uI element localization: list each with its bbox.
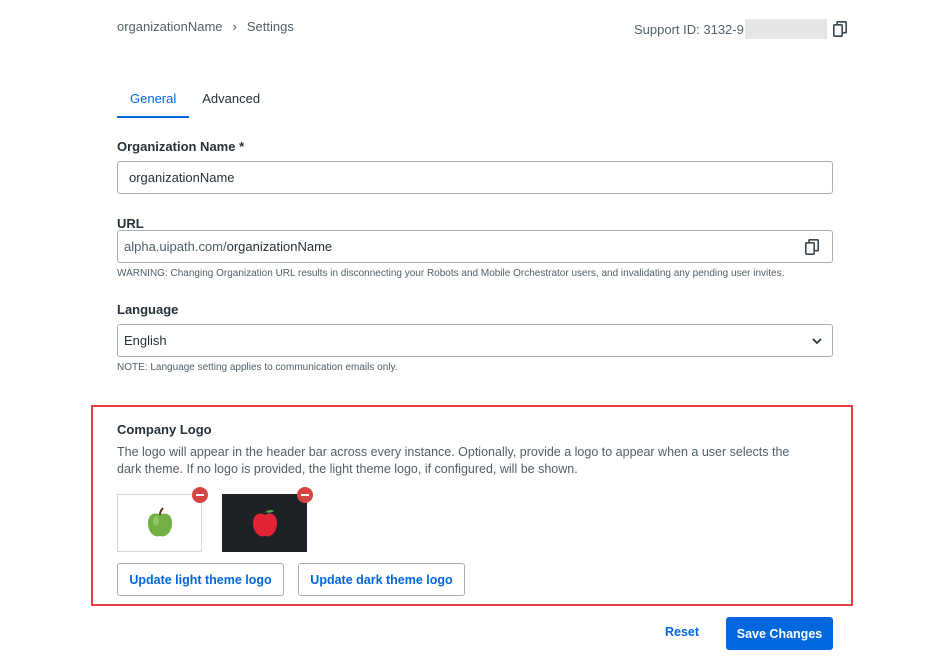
url-warning: WARNING: Changing Organization URL resul… xyxy=(117,268,785,279)
chevron-right-icon: › xyxy=(232,19,237,34)
light-logo-preview xyxy=(117,494,202,552)
remove-light-logo-icon[interactable] xyxy=(192,487,208,503)
language-select[interactable]: English xyxy=(117,324,833,357)
reset-button[interactable]: Reset xyxy=(665,625,699,639)
breadcrumb-page: Settings xyxy=(246,19,294,34)
red-apple-icon xyxy=(252,507,277,537)
breadcrumb-org[interactable]: organizationName xyxy=(117,19,223,34)
url-label: URL xyxy=(117,216,144,231)
tab-general[interactable]: General xyxy=(117,88,190,118)
url-prefix: alpha.uipath.com/ xyxy=(124,239,227,254)
update-light-logo-button[interactable]: Update light theme logo xyxy=(117,563,284,596)
company-logo-title: Company Logo xyxy=(117,422,212,437)
org-name-input[interactable]: organizationName xyxy=(117,161,833,194)
copy-icon[interactable] xyxy=(832,21,847,37)
language-label: Language xyxy=(117,302,179,317)
green-apple-icon xyxy=(147,507,172,537)
support-id: Support ID: 3132-9 xyxy=(634,19,847,39)
org-name-value: organizationName xyxy=(129,170,235,185)
update-dark-logo-button[interactable]: Update dark theme logo xyxy=(298,563,465,596)
save-changes-button[interactable]: Save Changes xyxy=(726,617,833,650)
settings-tabs: General Advanced xyxy=(117,88,273,118)
support-id-redacted xyxy=(744,19,827,39)
company-logo-description: The logo will appear in the header bar a… xyxy=(117,445,790,476)
url-value: organizationName xyxy=(226,239,333,254)
url-input[interactable]: alpha.uipath.com/ organizationName xyxy=(117,230,833,263)
copy-icon[interactable] xyxy=(805,239,819,255)
language-note: NOTE: Language setting applies to commun… xyxy=(117,362,398,373)
tab-advanced[interactable]: Advanced xyxy=(189,88,273,118)
support-id-label: Support ID: 3132-9 xyxy=(634,21,744,37)
remove-dark-logo-icon[interactable] xyxy=(297,487,313,503)
language-value: English xyxy=(124,333,167,348)
chevron-down-icon xyxy=(811,335,823,350)
org-name-label: Organization Name * xyxy=(117,139,245,154)
dark-logo-preview xyxy=(222,494,307,552)
breadcrumb: organizationName › Settings xyxy=(117,19,294,34)
